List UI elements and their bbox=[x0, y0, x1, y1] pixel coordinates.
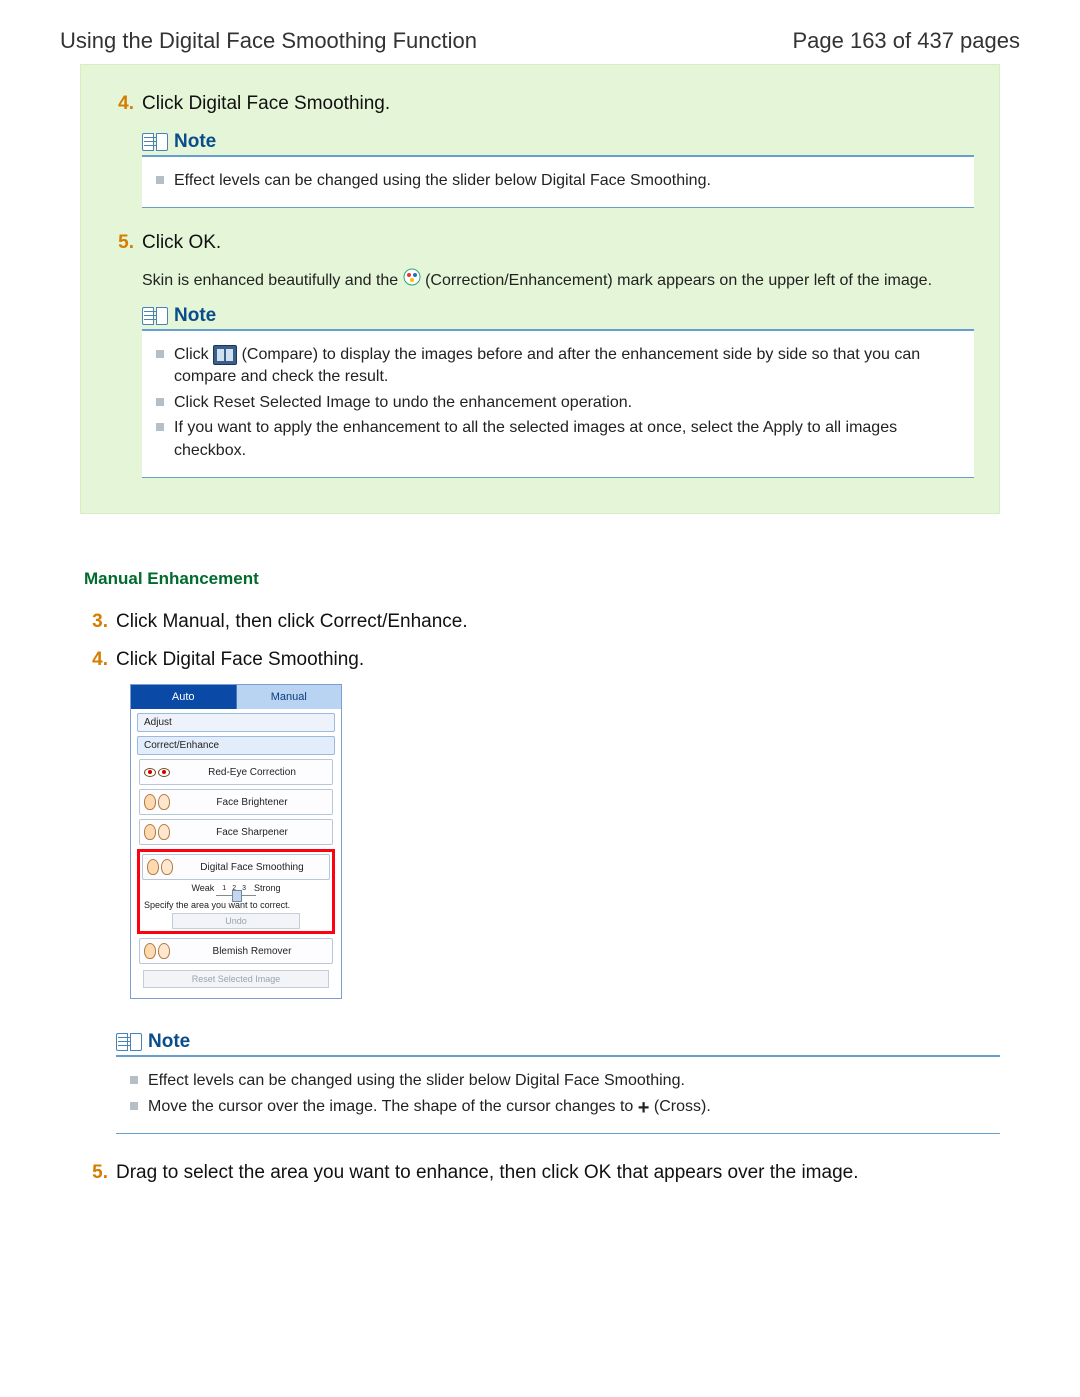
tick-3: 3 bbox=[242, 885, 246, 892]
blemish-label: Blemish Remover bbox=[176, 946, 328, 957]
mnote-2a: Move the cursor over the image. The shap… bbox=[148, 1098, 638, 1115]
reset-button[interactable]: Reset Selected Image bbox=[143, 970, 329, 988]
bullet-icon bbox=[130, 1102, 138, 1110]
face-brightener-label: Face Brightener bbox=[176, 797, 328, 808]
mnote-1: Effect levels can be changed using the s… bbox=[148, 1070, 685, 1092]
slider-track[interactable] bbox=[216, 895, 256, 896]
note-label: Note bbox=[148, 1031, 190, 1053]
bullet-icon bbox=[130, 1076, 138, 1084]
face-sharpener-icon bbox=[144, 824, 170, 840]
step-3-num: 3. bbox=[80, 609, 116, 635]
dfs-button[interactable]: Digital Face Smoothing bbox=[142, 854, 330, 880]
slider-handle[interactable] bbox=[232, 890, 242, 902]
slider-strong: Strong bbox=[254, 883, 281, 893]
mnote-2b: (Cross). bbox=[654, 1098, 711, 1115]
note-label: Note bbox=[174, 305, 216, 327]
subtab-adjust[interactable]: Adjust bbox=[137, 713, 335, 732]
undo-button[interactable]: Undo bbox=[172, 913, 300, 929]
bullet-icon bbox=[156, 350, 164, 358]
bullet-icon bbox=[156, 398, 164, 406]
subtab-correct-enhance[interactable]: Correct/Enhance bbox=[137, 736, 335, 755]
step5-sub-b: (Correction/Enhancement) mark appears on… bbox=[425, 272, 932, 289]
face-brightener-icon bbox=[144, 794, 170, 810]
note2-3: If you want to apply the enhancement to … bbox=[174, 417, 960, 462]
note2-2: Click Reset Selected Image to undo the e… bbox=[174, 392, 632, 414]
step5-sub-a: Skin is enhanced beautifully and the bbox=[142, 272, 403, 289]
step-4-text: Click Digital Face Smoothing. bbox=[142, 91, 974, 117]
book-icon bbox=[116, 1033, 142, 1051]
note2-1b: (Compare) to display the images before a… bbox=[174, 346, 920, 385]
auto-section: 4. Click Digital Face Smoothing. Note Ef… bbox=[80, 64, 1000, 514]
red-eye-icon bbox=[144, 764, 170, 780]
step-3-text: Click Manual, then click Correct/Enhance… bbox=[116, 609, 1000, 635]
step-5b-text: Drag to select the area you want to enha… bbox=[116, 1160, 1000, 1186]
red-eye-label: Red-Eye Correction bbox=[176, 767, 328, 778]
note2-1a: Click bbox=[174, 346, 213, 363]
manual-heading: Manual Enhancement bbox=[84, 569, 1000, 589]
face-sharpener-label: Face Sharpener bbox=[176, 827, 328, 838]
tab-auto[interactable]: Auto bbox=[131, 685, 237, 709]
red-eye-button[interactable]: Red-Eye Correction bbox=[139, 759, 333, 785]
dfs-highlight: Digital Face Smoothing Weak 1 2 3 Strong… bbox=[137, 849, 335, 934]
step-4b-num: 4. bbox=[80, 647, 116, 673]
book-icon bbox=[142, 133, 168, 151]
slider-weak: Weak bbox=[191, 883, 214, 893]
dfs-icon bbox=[147, 859, 173, 875]
bullet-icon bbox=[156, 176, 164, 184]
correct-enhance-panel: Auto Manual Adjust Correct/Enhance Red-E… bbox=[130, 684, 342, 999]
blemish-button[interactable]: Blemish Remover bbox=[139, 938, 333, 964]
step-4-num: 4. bbox=[106, 91, 142, 117]
blemish-icon bbox=[144, 943, 170, 959]
note1-text: Effect levels can be changed using the s… bbox=[174, 170, 711, 192]
face-brightener-button[interactable]: Face Brightener bbox=[139, 789, 333, 815]
correction-mark-icon bbox=[403, 268, 421, 293]
page-number: Page 163 of 437 pages bbox=[792, 28, 1020, 54]
note-label: Note bbox=[174, 131, 216, 153]
step-5b-num: 5. bbox=[80, 1160, 116, 1186]
step-5-num: 5. bbox=[106, 230, 142, 256]
step-4b-text: Click Digital Face Smoothing. bbox=[116, 647, 1000, 673]
step-5-text: Click OK. bbox=[142, 230, 974, 256]
compare-icon bbox=[213, 345, 237, 365]
tab-manual[interactable]: Manual bbox=[237, 685, 342, 709]
dfs-label: Digital Face Smoothing bbox=[179, 862, 325, 873]
face-sharpener-button[interactable]: Face Sharpener bbox=[139, 819, 333, 845]
page-title: Using the Digital Face Smoothing Functio… bbox=[60, 28, 477, 54]
tick-1: 1 bbox=[222, 885, 226, 892]
bullet-icon bbox=[156, 423, 164, 431]
book-icon bbox=[142, 307, 168, 325]
